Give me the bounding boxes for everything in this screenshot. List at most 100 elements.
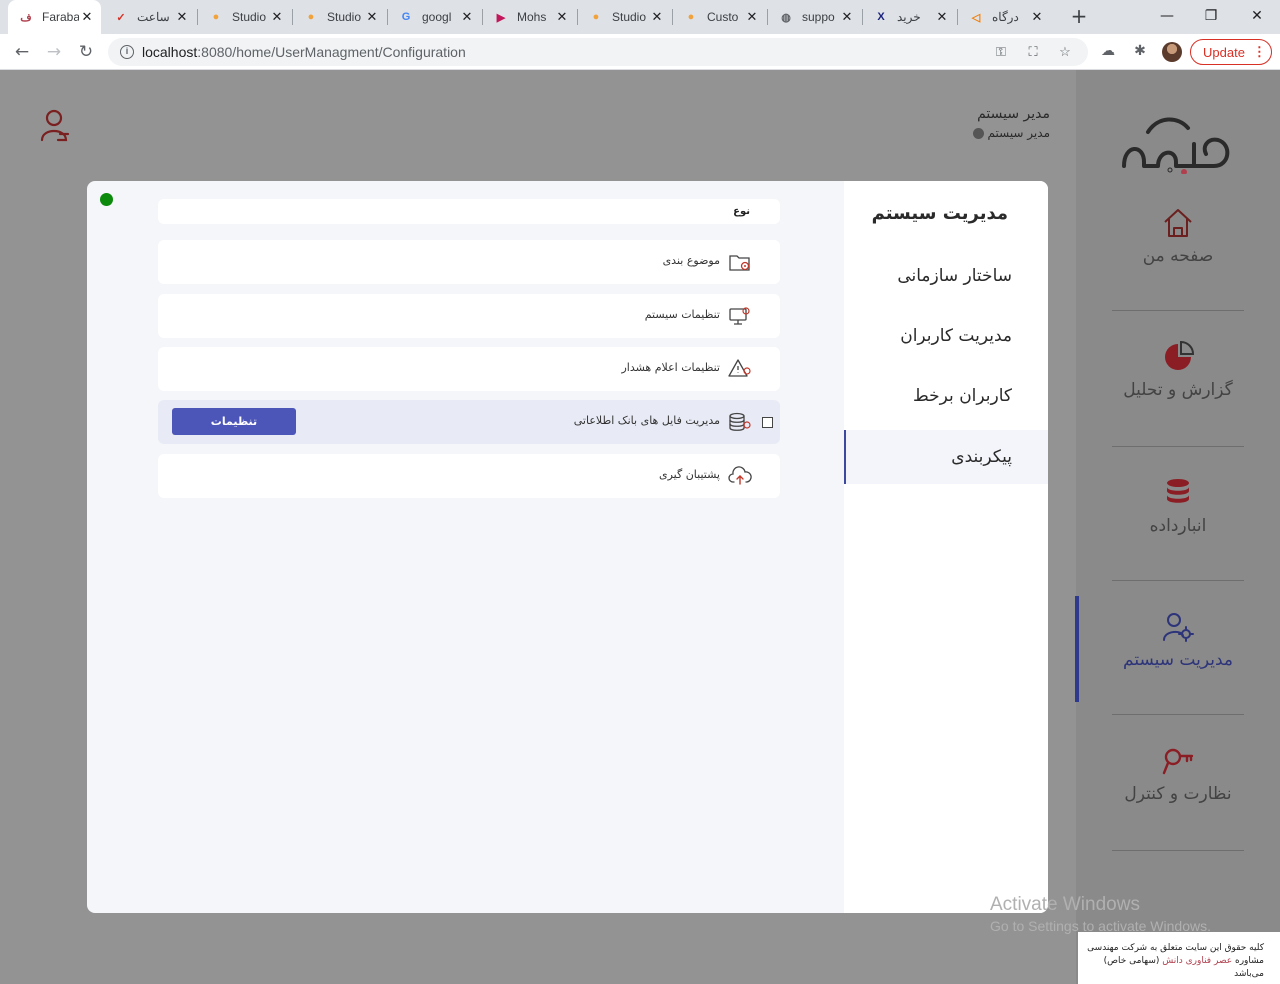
minimize-button[interactable]: — — [1144, 4, 1190, 28]
browser-tab[interactable]: ▶ Mohs ✕ — [483, 0, 576, 34]
settings-button[interactable]: تنظیمات — [172, 408, 296, 435]
browser-tab[interactable]: ● Studio ✕ — [578, 0, 671, 34]
tab-separator — [292, 9, 293, 25]
farabar-favicon-icon: ف — [20, 11, 32, 24]
sidebar-item[interactable]: گزارش و تحلیل — [1112, 340, 1244, 440]
modal-nav-item[interactable]: ساختار سازمانی — [844, 249, 1048, 303]
update-label: Update — [1203, 44, 1245, 60]
url-host: localhost — [142, 44, 198, 60]
tab-title: suppo — [802, 10, 835, 24]
back-button[interactable]: ← — [10, 41, 34, 63]
studio-favicon-icon: ● — [687, 11, 695, 23]
close-tab-icon[interactable]: ✕ — [79, 9, 95, 25]
browser-tab[interactable]: ● Studio ✕ — [198, 0, 291, 34]
forward-button[interactable]: → — [42, 41, 66, 63]
config-row-label: پشتیبان گیری — [659, 468, 720, 481]
config-row[interactable]: موضوع بندی — [158, 240, 780, 284]
browser-tab[interactable]: X خرید ✕ — [863, 0, 956, 34]
config-row[interactable]: تنظیمات سیستم — [158, 294, 780, 338]
browser-tab[interactable]: ◍ suppo ✕ — [768, 0, 861, 34]
magnifier-key-icon — [1161, 744, 1195, 778]
close-tab-icon[interactable]: ✕ — [554, 9, 570, 25]
modal-nav-item[interactable]: پیکربندی — [844, 430, 1048, 484]
site-info-icon[interactable]: i — [120, 45, 134, 59]
tab-separator — [862, 9, 863, 25]
extensions-puzzle-icon[interactable]: ✱ — [1130, 43, 1150, 61]
type-column-header: نوع — [158, 199, 780, 224]
modal-nav-label: مدیریت کاربران — [900, 326, 1012, 346]
home-icon — [1161, 206, 1195, 240]
warning-gear-icon — [728, 357, 752, 381]
new-tab-button[interactable]: + — [1068, 6, 1090, 28]
sidebar-item-label: نظارت و کنترل — [1124, 784, 1232, 804]
reload-button[interactable]: ↻ — [74, 41, 98, 63]
close-tab-icon[interactable]: ✕ — [649, 9, 665, 25]
config-row[interactable]: پشتیبان گیری — [158, 454, 780, 498]
tab-title: Studio — [327, 10, 362, 24]
user-info: مدیر سیستم مدیر سیستم — [900, 106, 1050, 140]
close-tab-icon[interactable]: ✕ — [934, 9, 950, 25]
sidebar-item[interactable]: انبارداده — [1112, 476, 1244, 576]
browser-tab[interactable]: Ggoogl ✕ — [388, 0, 481, 34]
globe-favicon-icon: ◍ — [781, 11, 791, 24]
checkmark-favicon-icon: ✓ — [116, 11, 126, 24]
sidebar-item[interactable]: مدیریت سیستم — [1112, 610, 1244, 710]
close-tab-icon[interactable]: ✕ — [269, 9, 285, 25]
update-button[interactable]: Update ⋮ — [1190, 39, 1272, 65]
sidebar-item-label: صفحه من — [1142, 246, 1214, 266]
browser-tab[interactable]: ف Faraba ✕ — [8, 0, 101, 34]
menu-kebab-icon: ⋮ — [1252, 44, 1266, 59]
close-tab-icon[interactable]: ✕ — [364, 9, 380, 25]
browser-tab[interactable]: ● Custo ✕ — [673, 0, 766, 34]
close-tab-icon[interactable]: ✕ — [174, 9, 190, 25]
tab-separator — [767, 9, 768, 25]
sidebar-item[interactable]: نظارت و کنترل — [1112, 744, 1244, 844]
modal-nav-label: ساختار سازمانی — [897, 266, 1012, 286]
row-checkbox[interactable] — [762, 417, 773, 428]
google-favicon-icon: G — [401, 11, 411, 23]
tab-title: Custo — [707, 10, 739, 24]
studio-favicon-icon: ● — [307, 11, 315, 23]
close-tab-icon[interactable]: ✕ — [744, 9, 760, 25]
tab-separator — [577, 9, 578, 25]
config-row[interactable]: مدیریت فایل های بانک اطلاعاتی تنظیمات — [158, 400, 780, 444]
profile-avatar[interactable] — [1162, 42, 1182, 62]
sidebar-active-indicator — [1075, 596, 1079, 702]
user-name: مدیر سیستم — [977, 106, 1050, 122]
user-role[interactable]: مدیر سیستم — [900, 126, 1050, 140]
address-bar[interactable]: i localhost:8080/home/UserManagment/Conf… — [108, 38, 1088, 66]
tab-title: ساعت — [137, 10, 170, 24]
sidebar-item[interactable]: صفحه من — [1112, 206, 1244, 306]
close-tab-icon[interactable]: ✕ — [1029, 9, 1045, 25]
close-window-button[interactable]: ✕ — [1234, 4, 1280, 28]
user-profile-icon[interactable] — [36, 108, 72, 144]
maximize-button[interactable]: ❐ — [1188, 4, 1234, 28]
browser-tab[interactable]: ● Studio ✕ — [293, 0, 386, 34]
bookmark-star-icon[interactable]: ☆ — [1056, 44, 1074, 60]
translate-icon[interactable]: ⛶ — [1024, 44, 1042, 60]
extension-cloud-icon[interactable]: ☁ — [1098, 43, 1118, 61]
key-icon[interactable]: ⚿ — [992, 44, 1010, 60]
sidebar-divider — [1112, 310, 1244, 311]
farabar-logo — [1122, 117, 1230, 174]
browser-tab[interactable]: ◁ درگاه ✕ — [958, 0, 1051, 34]
tab-separator — [197, 9, 198, 25]
studio-favicon-icon: ● — [212, 11, 220, 23]
config-row-label: تنظیمات اعلام هشدار — [621, 361, 720, 374]
watermark-line1: Activate Windows — [990, 894, 1140, 915]
config-row-label: موضوع بندی — [662, 254, 720, 267]
modal-nav-item[interactable]: کاربران برخط — [844, 369, 1048, 423]
close-tab-icon[interactable]: ✕ — [459, 9, 475, 25]
tab-title: Studio — [612, 10, 647, 24]
copyright-line1: کلیه حقوق این سایت متعلق به شرکت مهندسی — [1087, 943, 1264, 953]
tab-title: درگاه — [992, 10, 1019, 24]
close-tab-icon[interactable]: ✕ — [839, 9, 855, 25]
config-row[interactable]: تنظیمات اعلام هشدار — [158, 347, 780, 391]
x-favicon-icon: X — [877, 11, 885, 23]
tab-title: Studio — [232, 10, 267, 24]
tab-title: googl — [422, 10, 452, 24]
modal-nav-item[interactable]: مدیریت کاربران — [844, 309, 1048, 363]
folder-gear-icon — [728, 250, 752, 274]
browser-tab[interactable]: ✓ ساعت ✕ — [103, 0, 196, 34]
status-indicator — [100, 193, 113, 206]
